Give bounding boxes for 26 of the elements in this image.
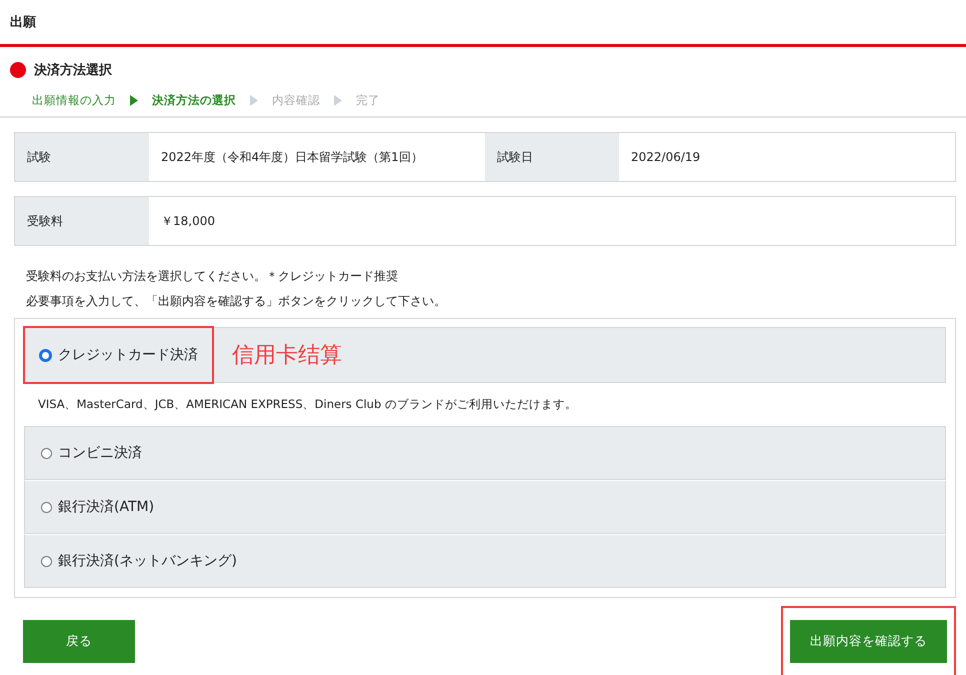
section-dot-icon: [10, 62, 26, 78]
payment-option[interactable]: クレジットカード決済: [23, 326, 214, 384]
label-cell: 試験日: [485, 133, 619, 181]
option-note: VISA、MasterCard、JCB、AMERICAN EXPRESS、Diners Club のブランドがご利用いただけます。: [37, 396, 578, 413]
label-cell: 試験: [15, 133, 149, 181]
payment-option[interactable]: 銀行決済(ネットバンキング): [25, 535, 253, 587]
step-label: 出願情報の入力: [32, 93, 116, 108]
section-title: 決済方法選択: [34, 62, 112, 79]
instruction-text: 必要事項を入力して、「出願内容を確認する」ボタンをクリックして下さい。: [26, 293, 447, 310]
confirm-button[interactable]: 出願内容を確認する: [790, 620, 947, 663]
step-arrow-icon: [130, 95, 138, 106]
step-arrow-icon: [334, 95, 342, 106]
value-cell-text: 2022/06/19: [630, 149, 702, 166]
step-label: 内容確認: [272, 93, 320, 108]
back-button[interactable]: 戻る: [23, 620, 135, 663]
annotation-text: 信用卡结算: [232, 342, 342, 370]
label-cell: 受験料: [15, 197, 149, 245]
payment-option[interactable]: 銀行決済(ATM): [25, 481, 170, 533]
page-title: 出願: [10, 14, 36, 31]
value-cell-text: 2022年度（令和4年度）日本留学試験（第1回）: [160, 148, 424, 166]
step-label: 決済方法の選択: [152, 93, 236, 108]
step-arrow-icon: [250, 95, 258, 106]
value-cell-text: ￥18,000: [160, 212, 216, 230]
payment-option[interactable]: コンビニ決済: [25, 427, 158, 479]
step-label: 完了: [356, 93, 380, 108]
instruction-text: 受験料のお支払い方法を選択してください。＊クレジットカード推奨: [26, 268, 399, 285]
